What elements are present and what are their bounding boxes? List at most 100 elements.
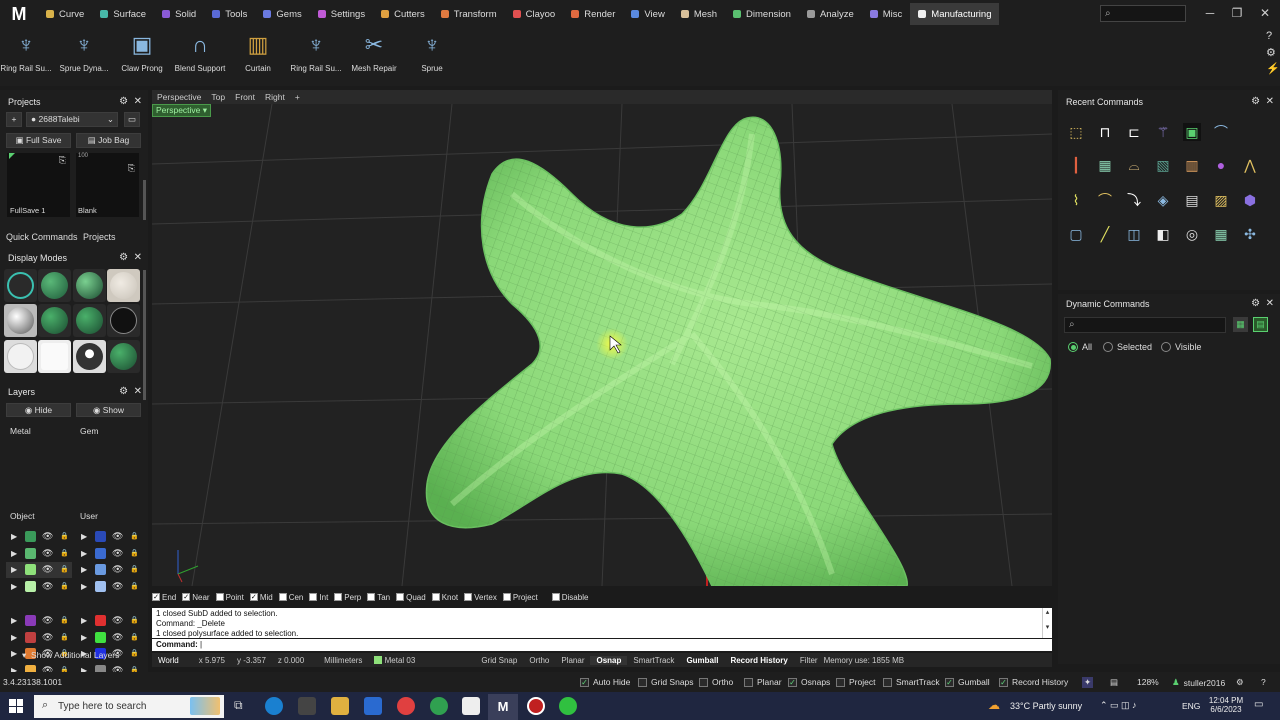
lock-icon[interactable]: 🔒	[60, 549, 69, 557]
eye-icon[interactable]: 👁	[112, 564, 123, 575]
app-logo[interactable]: M	[0, 0, 38, 28]
user-account[interactable]: ♟ stuller2016	[1172, 677, 1225, 688]
eye-icon[interactable]: 👁	[42, 564, 53, 575]
folder-icon[interactable]: ▭	[124, 112, 140, 127]
display-mode-wireframe[interactable]	[4, 269, 37, 302]
minimize-icon[interactable]: ─	[1200, 4, 1220, 22]
mesh-icon[interactable]: ▧	[1154, 156, 1172, 174]
shape-icon[interactable]: ◧	[1154, 225, 1172, 243]
gear-icon[interactable]: ⚙	[1266, 46, 1276, 59]
grid-snap-toggle[interactable]: Grid Snap	[421, 656, 523, 665]
active-viewport-label[interactable]: Perspective ▾	[152, 104, 212, 117]
osnap-vertex[interactable]: Vertex	[464, 593, 497, 602]
eye-icon[interactable]: 👁	[42, 632, 53, 643]
lock-icon[interactable]: 🔒	[60, 616, 69, 624]
expand-triangle-icon[interactable]: ▶	[11, 532, 17, 541]
tool-button-ring-rail[interactable]: ♆ Ring Rail Su...	[0, 30, 55, 73]
osnap-point[interactable]: Point	[215, 593, 244, 602]
units[interactable]: Millimeters	[310, 656, 368, 665]
help-icon[interactable]: ?	[1266, 30, 1272, 42]
osnap-end[interactable]: ✓ End	[152, 593, 176, 602]
lock-icon[interactable]: 🔒	[60, 582, 69, 590]
layer-row[interactable]: ▶ 👁 🔒	[6, 529, 72, 545]
tool-button-claw-prong[interactable]: ▣ Claw Prong	[113, 30, 171, 73]
tool-button-curtain[interactable]: ▥ Curtain	[229, 30, 287, 73]
display-mode-clay[interactable]	[107, 269, 140, 302]
gear-icon[interactable]: ⚙	[119, 252, 128, 263]
show-layers-button[interactable]: ◉ Show	[76, 403, 141, 417]
layer-row[interactable]: ▶ 👁 🔒	[76, 630, 142, 646]
close-icon[interactable]: ✕	[134, 386, 142, 397]
gumball-toggle[interactable]: Gumball	[680, 656, 724, 665]
menu-tab-manufacturing[interactable]: Manufacturing	[910, 3, 1000, 25]
expand-triangle-icon[interactable]: ▶	[81, 582, 87, 591]
project-option-toggle[interactable]: Project	[836, 677, 875, 687]
cube-icon[interactable]: ⬢	[1241, 191, 1259, 209]
menu-tab-curve[interactable]: Curve	[38, 3, 92, 25]
layer-row[interactable]: ▶ 👁 🔒	[6, 546, 72, 562]
starfish-model[interactable]	[425, 116, 1051, 586]
planar-option-toggle[interactable]: Planar	[744, 677, 782, 687]
lock-icon[interactable]: 🔒	[60, 633, 69, 641]
eye-icon[interactable]: 👁	[112, 531, 123, 542]
gear-icon[interactable]: ⚙	[119, 96, 128, 107]
layer-row[interactable]: ▶ 👁 🔒	[6, 562, 72, 578]
osnap-near[interactable]: ✓ Near	[182, 593, 210, 602]
chrome-profile-icon[interactable]	[430, 697, 448, 715]
project-thumbnail-1[interactable]: ⎘ FullSave 1	[7, 153, 70, 217]
top-search-input[interactable]: ⌕	[1100, 5, 1186, 22]
layer-color-swatch[interactable]	[95, 531, 106, 542]
auto-hide-toggle[interactable]: ✓ Auto Hide	[580, 677, 630, 687]
lock-icon[interactable]: 🔒	[130, 549, 139, 557]
menu-tab-view[interactable]: View	[623, 3, 672, 25]
dynamic-search-input[interactable]: ⌕	[1064, 317, 1226, 333]
layer-color-swatch[interactable]	[25, 580, 36, 592]
edge-icon[interactable]	[265, 697, 283, 715]
display-mode-add[interactable]	[107, 340, 140, 373]
display-mode-shaded[interactable]	[38, 269, 71, 302]
expand-triangle-icon[interactable]: ▶	[11, 616, 17, 625]
gem-tool-icon[interactable]: ⚚	[1154, 123, 1172, 141]
filter-all-radio[interactable]: All	[1068, 342, 1092, 352]
help-icon[interactable]: ?	[1261, 677, 1266, 687]
lock-icon[interactable]: 🔒	[130, 532, 139, 540]
eye-icon[interactable]: 👁	[42, 531, 53, 542]
menu-tab-tools[interactable]: Tools	[204, 3, 255, 25]
cplane-world[interactable]: World	[152, 656, 185, 665]
record-icon[interactable]	[527, 697, 545, 715]
frame-icon[interactable]: ▢	[1067, 225, 1085, 243]
osnaps-option-toggle[interactable]: ✓ Osnaps	[788, 677, 830, 687]
layer-row[interactable]: ▶ 👁 🔒	[76, 562, 142, 578]
lock-icon[interactable]: 🔒	[130, 649, 139, 657]
filter-selected-radio[interactable]: Selected	[1103, 342, 1152, 352]
gumball-option-toggle[interactable]: ✓ Gumball	[945, 677, 990, 687]
expand-triangle-icon[interactable]: ▶	[11, 582, 17, 591]
surface-icon[interactable]: ◈	[1154, 191, 1172, 209]
tab-quick-commands[interactable]: Quick Commands	[6, 232, 78, 242]
expand-triangle-icon[interactable]: ▶	[81, 549, 87, 558]
eye-icon[interactable]: 👁	[42, 615, 53, 626]
show-additional-layers[interactable]: ▾ Show Additional Layers	[22, 650, 119, 661]
current-layer[interactable]: Metal 03	[368, 655, 421, 665]
layer-row[interactable]: ▶ 👁 🔒	[76, 529, 142, 545]
tool-button-ring-rail[interactable]: ♆ Ring Rail Su...	[287, 30, 345, 73]
list-view-icon[interactable]: ▦	[1233, 317, 1248, 332]
layer-color-swatch[interactable]	[25, 547, 36, 559]
layer-group-user[interactable]: User	[80, 511, 98, 521]
ortho-option-toggle[interactable]: Ortho	[699, 677, 733, 687]
perspective-viewport[interactable]: Perspective ▾	[152, 104, 1052, 586]
expand-triangle-icon[interactable]: ▶	[81, 616, 87, 625]
weather-text[interactable]: 33°C Partly sunny	[1010, 701, 1082, 711]
bend-icon[interactable]: ⤵	[1125, 191, 1143, 209]
layer-group-object[interactable]: Object	[10, 511, 35, 521]
close-icon[interactable]: ✕	[1266, 298, 1274, 309]
display-mode-pen[interactable]	[107, 304, 140, 337]
display-mode-ghosted[interactable]	[38, 304, 71, 337]
osnap-cen[interactable]: Cen	[278, 593, 303, 602]
planar-toggle[interactable]: Planar	[555, 656, 590, 665]
smarttrack-toggle[interactable]: SmartTrack	[627, 656, 680, 665]
osnap-int[interactable]: Int	[309, 593, 328, 602]
layer-group-metal[interactable]: Metal	[10, 426, 31, 436]
gear-icon[interactable]: ⚙	[1251, 96, 1260, 107]
menu-tab-solid[interactable]: Solid	[154, 3, 204, 25]
